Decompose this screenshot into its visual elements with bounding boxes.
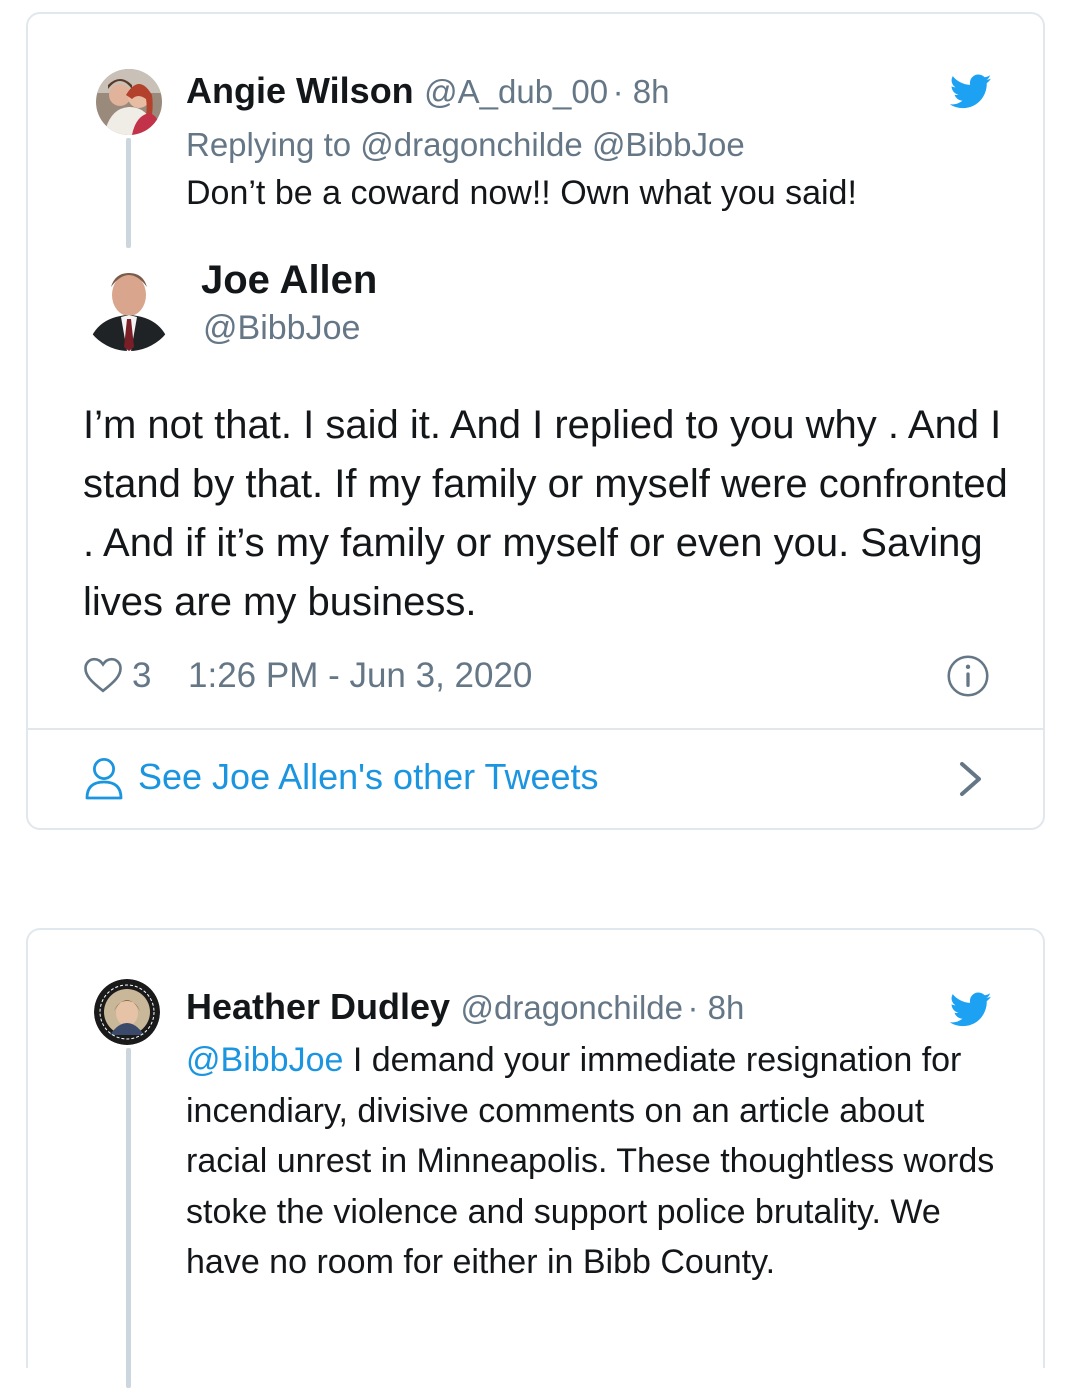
info-icon[interactable] bbox=[946, 654, 990, 698]
mention-link[interactable]: @BibbJoe bbox=[186, 1041, 343, 1079]
tweet-embed-card: Angie Wilson @A_dub_00 · 8h Replying to … bbox=[26, 12, 1045, 830]
avatar-heather-dudley[interactable] bbox=[94, 979, 160, 1045]
thread-line bbox=[126, 138, 131, 248]
author-name[interactable]: Heather Dudley bbox=[186, 986, 450, 1027]
see-other-tweets-label[interactable]: See Joe Allen's other Tweets bbox=[138, 756, 599, 798]
avatar-angie-wilson[interactable] bbox=[96, 69, 162, 135]
divider bbox=[28, 728, 1043, 730]
reply-header: Heather Dudley @dragonchilde · 8h bbox=[186, 986, 744, 1028]
author-handle[interactable]: @A_dub_00 bbox=[424, 73, 608, 110]
chevron-right-icon[interactable] bbox=[958, 760, 984, 798]
reply-tweet-text: Don’t be a coward now!! Own what you sai… bbox=[186, 174, 857, 212]
main-author-name[interactable]: Joe Allen bbox=[201, 258, 377, 303]
main-author-handle[interactable]: @BibbJoe bbox=[203, 309, 360, 348]
reply-header: Angie Wilson @A_dub_00 · 8h bbox=[186, 70, 669, 112]
main-tweet-text: I’m not that. I said it. And I replied t… bbox=[83, 403, 1008, 624]
twitter-bird-icon[interactable] bbox=[950, 992, 992, 1028]
tweet-age[interactable]: · 8h bbox=[613, 73, 670, 110]
see-other-tweets-link[interactable]: See Joe Allen's other Tweets bbox=[84, 754, 994, 804]
avatar-joe-allen[interactable] bbox=[81, 255, 177, 351]
like-count[interactable]: 3 bbox=[132, 656, 151, 696]
author-name[interactable]: Angie Wilson bbox=[186, 70, 414, 111]
thread-line bbox=[126, 1048, 131, 1388]
replying-to-mention[interactable]: @dragonchilde bbox=[360, 126, 582, 163]
twitter-bird-icon[interactable] bbox=[950, 74, 992, 110]
tweet-age[interactable]: · 8h bbox=[687, 989, 744, 1026]
replying-to-label: Replying to bbox=[186, 126, 352, 163]
replying-to-mention[interactable]: @BibbJoe bbox=[592, 126, 745, 163]
user-icon bbox=[85, 757, 123, 800]
replying-to-line: Replying to @dragonchilde @BibbJoe bbox=[186, 126, 745, 164]
tweet-text: @BibbJoe I demand your immediate resigna… bbox=[186, 1035, 996, 1288]
author-handle[interactable]: @dragonchilde bbox=[461, 989, 683, 1026]
tweet-timestamp[interactable]: 1:26 PM - Jun 3, 2020 bbox=[188, 656, 532, 696]
tweet-embed-card: Heather Dudley @dragonchilde · 8h @BibbJ… bbox=[26, 928, 1045, 1388]
heart-icon[interactable] bbox=[83, 656, 123, 694]
